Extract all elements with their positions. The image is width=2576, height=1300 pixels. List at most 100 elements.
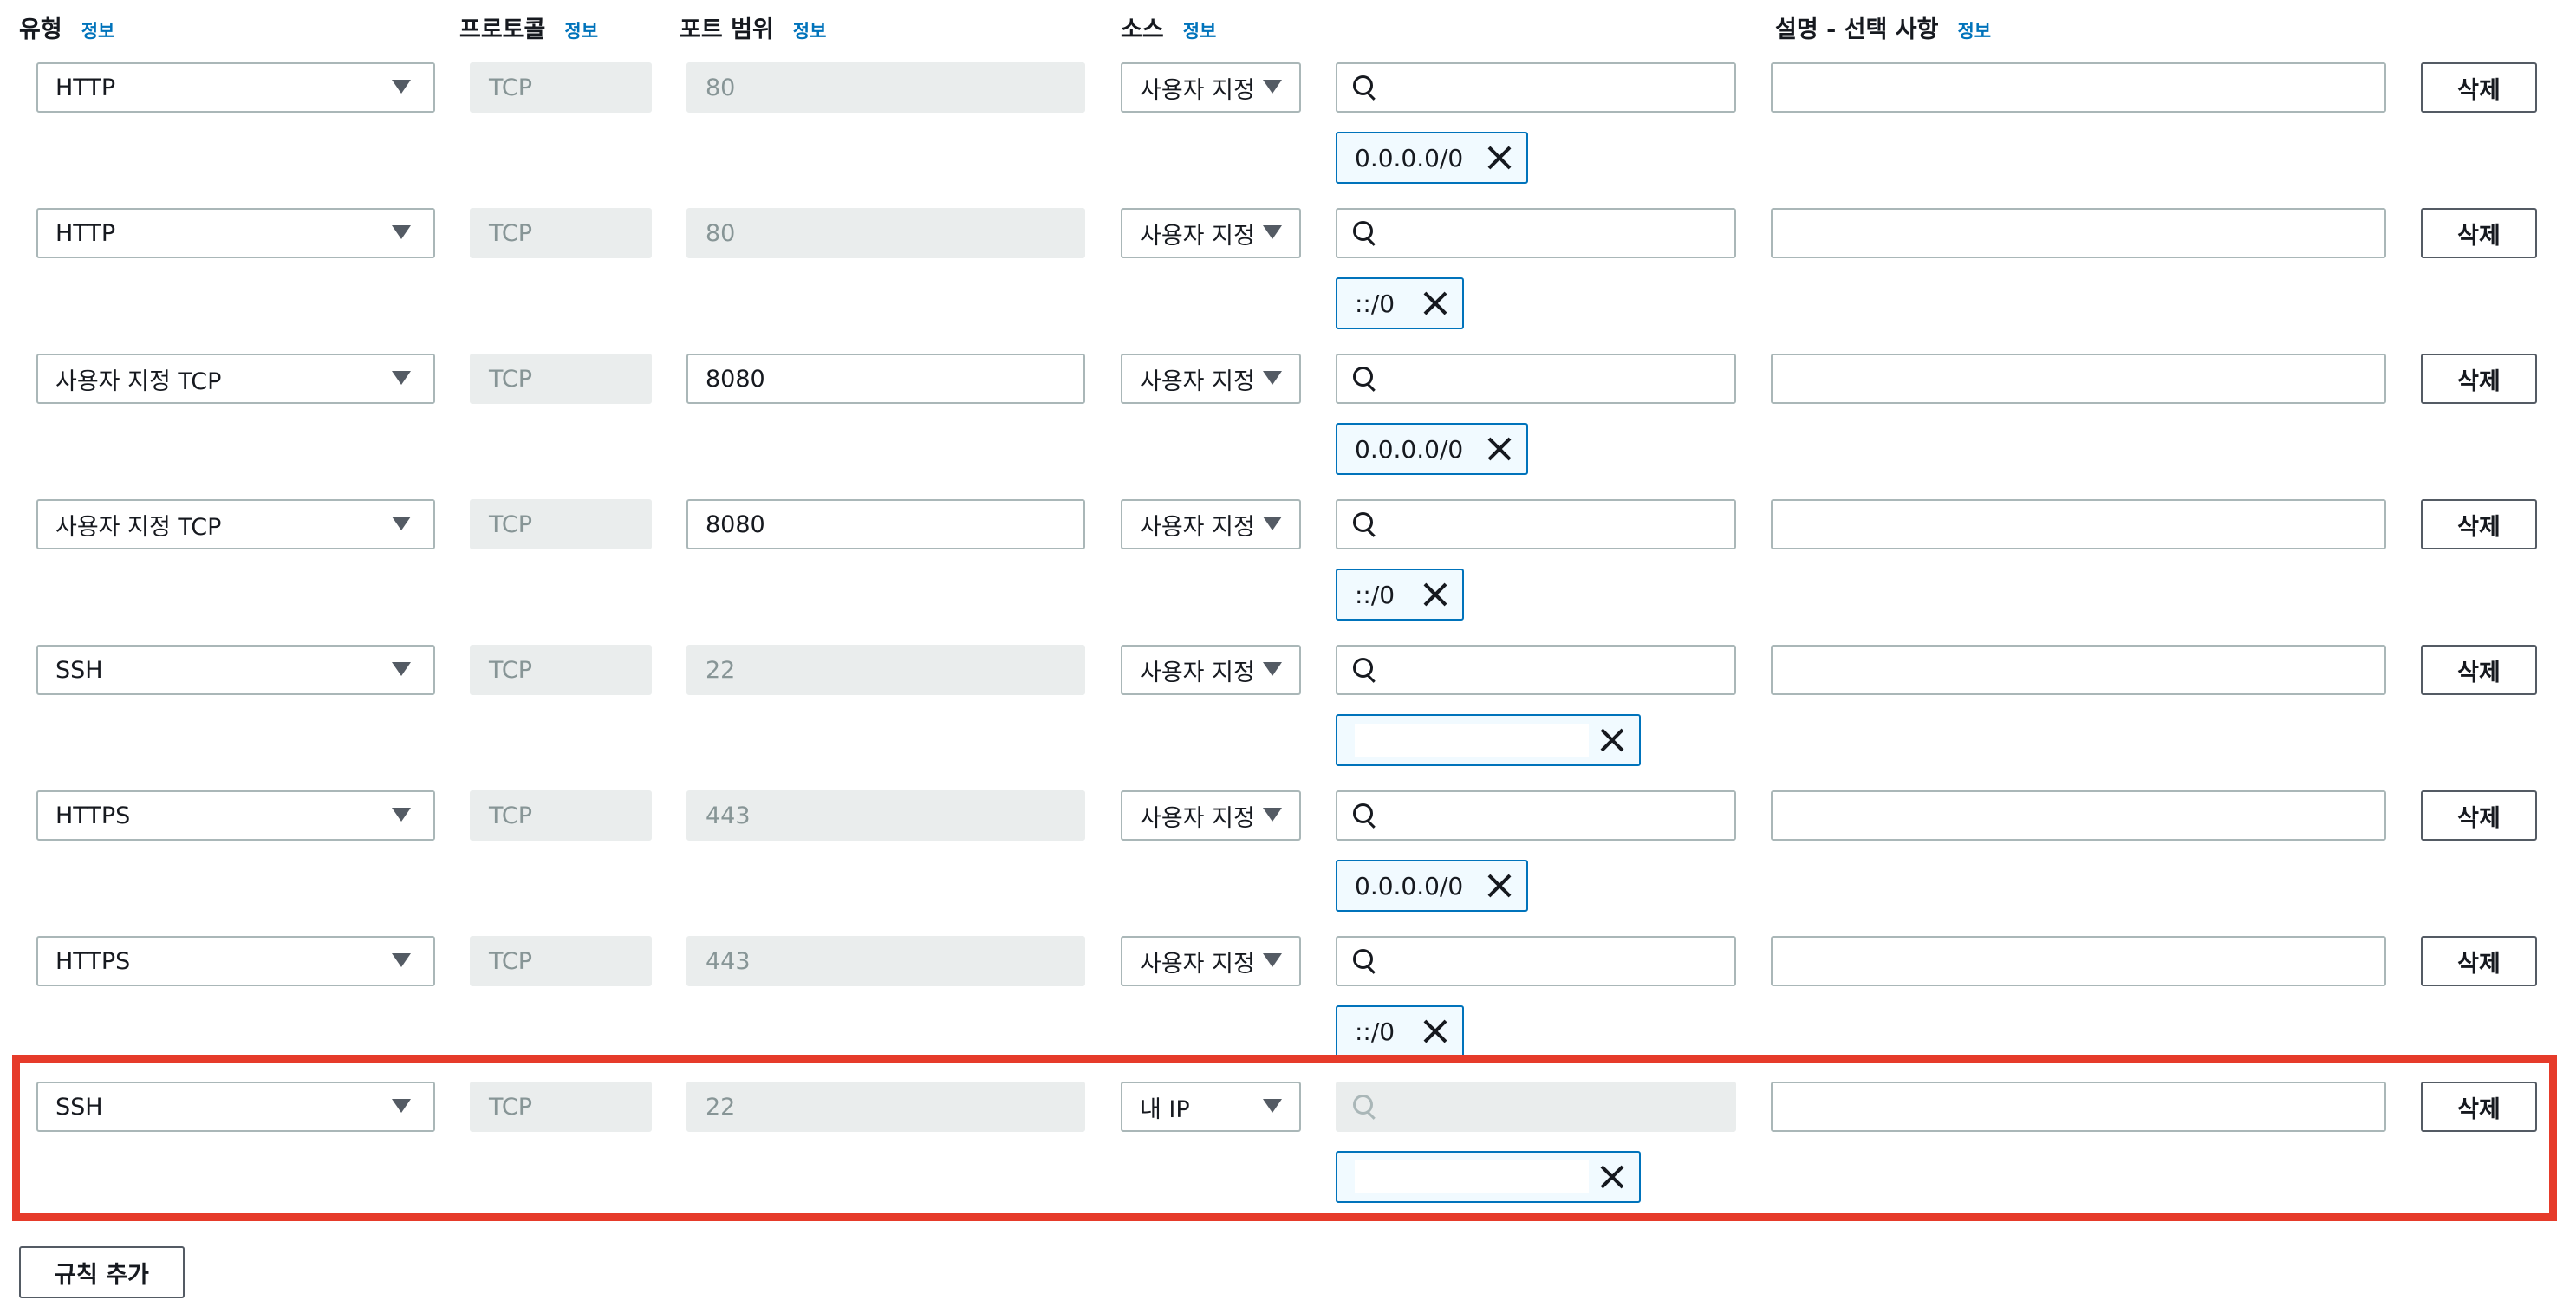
description-input[interactable]: [1771, 208, 2386, 258]
caret-down-icon: [1263, 808, 1282, 822]
source-select-value: 사용자 지정: [1140, 804, 1255, 832]
description-input[interactable]: [1771, 499, 2386, 549]
search-icon: [1353, 512, 1377, 536]
delete-button[interactable]: 삭제: [2421, 790, 2537, 841]
caret-down-icon: [1263, 662, 1282, 676]
rule-row: 사용자 지정 TCP TCP 8080 사용자 지정 삭제 ::/0: [0, 437, 2576, 621]
type-select[interactable]: HTTPS: [36, 936, 435, 986]
source-select[interactable]: 사용자 지정: [1121, 62, 1301, 113]
search-icon: [1353, 75, 1377, 100]
delete-button[interactable]: 삭제: [2421, 62, 2537, 113]
caret-down-icon: [1263, 953, 1282, 967]
cidr-search-input[interactable]: [1336, 790, 1736, 841]
protocol-value: TCP: [489, 219, 533, 247]
port-range-field: 80: [686, 62, 1085, 113]
port-range-value: 22: [706, 656, 736, 684]
delete-button[interactable]: 삭제: [2421, 354, 2537, 404]
protocol-field: TCP: [470, 208, 652, 258]
protocol-value: TCP: [489, 74, 533, 101]
protocol-field: TCP: [470, 790, 652, 841]
source-select[interactable]: 사용자 지정: [1121, 936, 1301, 986]
caret-down-icon: [392, 662, 411, 676]
cidr-search-input[interactable]: [1336, 354, 1736, 404]
search-icon: [1353, 949, 1377, 973]
source-select-value: 사용자 지정: [1140, 367, 1255, 395]
protocol-value: TCP: [489, 656, 533, 684]
source-select-value: 사용자 지정: [1140, 513, 1255, 541]
description-input[interactable]: [1771, 645, 2386, 695]
source-select[interactable]: 사용자 지정: [1121, 499, 1301, 549]
caret-down-icon: [1263, 225, 1282, 239]
source-select[interactable]: 사용자 지정: [1121, 354, 1301, 404]
port-range-value: 443: [706, 947, 751, 975]
rule-row: HTTPS TCP 443 사용자 지정 삭제 ::/0: [0, 874, 2576, 1057]
protocol-field: TCP: [470, 62, 652, 113]
port-range-value: 8080: [706, 365, 765, 393]
type-select-value: 사용자 지정 TCP: [55, 367, 222, 395]
source-select[interactable]: 사용자 지정: [1121, 645, 1301, 695]
type-select[interactable]: HTTP: [36, 62, 435, 113]
delete-button[interactable]: 삭제: [2421, 208, 2537, 258]
rule-row: HTTP TCP 80 사용자 지정 삭제 ::/0: [0, 146, 2576, 329]
port-range-value: 8080: [706, 510, 765, 538]
caret-down-icon: [1263, 80, 1282, 94]
type-select[interactable]: HTTPS: [36, 790, 435, 841]
cidr-search-input[interactable]: [1336, 62, 1736, 113]
add-rule-button[interactable]: 규칙 추가: [19, 1246, 185, 1298]
cidr-search-input[interactable]: [1336, 645, 1736, 695]
caret-down-icon: [392, 80, 411, 94]
cidr-search-input[interactable]: [1336, 936, 1736, 986]
caret-down-icon: [392, 953, 411, 967]
type-select[interactable]: SSH: [36, 645, 435, 695]
delete-button[interactable]: 삭제: [2421, 645, 2537, 695]
port-range-value: 443: [706, 802, 751, 829]
protocol-value: TCP: [489, 510, 533, 538]
caret-down-icon: [1263, 371, 1282, 385]
type-select-value: HTTP: [55, 219, 116, 247]
protocol-field: TCP: [470, 645, 652, 695]
description-input[interactable]: [1771, 936, 2386, 986]
caret-down-icon: [1263, 517, 1282, 530]
type-select[interactable]: 사용자 지정 TCP: [36, 499, 435, 549]
search-icon: [1353, 658, 1377, 682]
description-input[interactable]: [1771, 354, 2386, 404]
port-range-input[interactable]: 8080: [686, 354, 1085, 404]
source-select-value: 사용자 지정: [1140, 659, 1255, 686]
caret-down-icon: [392, 808, 411, 822]
search-icon: [1353, 221, 1377, 245]
type-select-value: HTTPS: [55, 802, 131, 829]
port-range-value: 80: [706, 219, 736, 247]
type-select[interactable]: HTTP: [36, 208, 435, 258]
source-select-value: 사용자 지정: [1140, 222, 1255, 250]
description-input[interactable]: [1771, 62, 2386, 113]
rule-row: HTTPS TCP 443 사용자 지정 삭제 0.0.0.0/0: [0, 728, 2576, 912]
caret-down-icon: [392, 517, 411, 530]
protocol-value: TCP: [489, 365, 533, 393]
delete-button[interactable]: 삭제: [2421, 499, 2537, 549]
description-input[interactable]: [1771, 790, 2386, 841]
cidr-search-input[interactable]: [1336, 208, 1736, 258]
delete-button[interactable]: 삭제: [2421, 936, 2537, 986]
port-range-field: 80: [686, 208, 1085, 258]
port-range-field: 22: [686, 645, 1085, 695]
port-range-value: 80: [706, 74, 736, 101]
type-select-value: 사용자 지정 TCP: [55, 513, 222, 541]
type-select-value: HTTP: [55, 74, 116, 101]
protocol-value: TCP: [489, 802, 533, 829]
source-select[interactable]: 사용자 지정: [1121, 790, 1301, 841]
rule-row: SSH TCP 22 사용자 지정 삭제: [0, 582, 2576, 766]
protocol-field: TCP: [470, 354, 652, 404]
source-select[interactable]: 사용자 지정: [1121, 208, 1301, 258]
type-select[interactable]: 사용자 지정 TCP: [36, 354, 435, 404]
caret-down-icon: [392, 371, 411, 385]
protocol-field: TCP: [470, 936, 652, 986]
port-range-input[interactable]: 8080: [686, 499, 1085, 549]
type-select-value: HTTPS: [55, 947, 131, 975]
highlight-box: [12, 1055, 2557, 1221]
protocol-value: TCP: [489, 947, 533, 975]
protocol-field: TCP: [470, 499, 652, 549]
search-icon: [1353, 803, 1377, 828]
rule-row: HTTP TCP 80 사용자 지정 삭제 0.0.0.0/0: [0, 0, 2576, 184]
cidr-search-input[interactable]: [1336, 499, 1736, 549]
port-range-field: 443: [686, 790, 1085, 841]
